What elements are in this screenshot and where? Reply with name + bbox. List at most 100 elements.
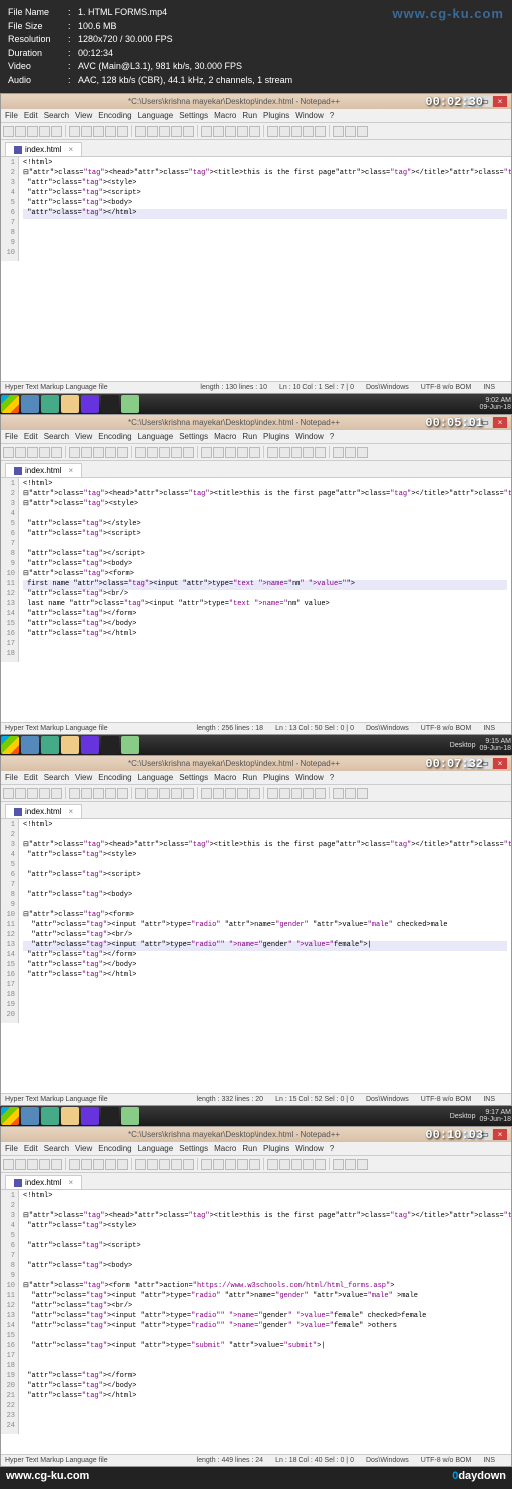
toolbar-icon[interactable]	[3, 1159, 14, 1170]
toolbar-icon[interactable]	[171, 126, 182, 137]
menu-language[interactable]: Language	[138, 1144, 174, 1153]
toolbar-icon[interactable]	[237, 447, 248, 458]
menu-window[interactable]: Window	[295, 432, 323, 441]
ie-icon[interactable]	[21, 395, 39, 413]
toolbar-icon[interactable]	[279, 447, 290, 458]
toolbar-icon[interactable]	[159, 1159, 170, 1170]
system-tray[interactable]: Desktop9:17 AM09-Jun-18	[450, 1109, 511, 1123]
toolbar-icon[interactable]	[345, 788, 356, 799]
menu-edit[interactable]: Edit	[24, 111, 38, 120]
menu-bar[interactable]: FileEditSearchViewEncodingLanguageSettin…	[1, 1142, 511, 1156]
code-content[interactable]: <!html>⊟"attr">class="tag"><head>"attr">…	[19, 157, 511, 261]
menu-file[interactable]: File	[5, 773, 18, 782]
code-editor[interactable]: 123456789101112131415161718192021222324<…	[1, 1190, 511, 1434]
menu-?[interactable]: ?	[330, 1144, 334, 1153]
toolbar-icon[interactable]	[357, 126, 368, 137]
code-editor[interactable]: 123456789101112131415161718<!html>⊟"attr…	[1, 478, 511, 662]
toolbar-icon[interactable]	[81, 788, 92, 799]
toolbar-icon[interactable]	[81, 1159, 92, 1170]
menu-window[interactable]: Window	[295, 111, 323, 120]
menu-settings[interactable]: Settings	[179, 773, 208, 782]
menu-macro[interactable]: Macro	[214, 432, 236, 441]
toolbar-icon[interactable]	[303, 126, 314, 137]
menu-edit[interactable]: Edit	[24, 1144, 38, 1153]
toolbar-icon[interactable]	[183, 126, 194, 137]
notepadpp-icon[interactable]	[121, 395, 139, 413]
toolbar-icon[interactable]	[135, 1159, 146, 1170]
toolbar-icon[interactable]	[213, 788, 224, 799]
menu-search[interactable]: Search	[44, 773, 69, 782]
code-content[interactable]: <!html>⊟"attr">class="tag"><head>"attr">…	[19, 478, 511, 662]
toolbar-icon[interactable]	[213, 126, 224, 137]
toolbar[interactable]	[1, 785, 511, 802]
menu-search[interactable]: Search	[44, 1144, 69, 1153]
menu-edit[interactable]: Edit	[24, 432, 38, 441]
toolbar-icon[interactable]	[303, 788, 314, 799]
toolbar-icon[interactable]	[3, 126, 14, 137]
toolbar-icon[interactable]	[303, 1159, 314, 1170]
tab-bar[interactable]: index.html×	[1, 1173, 511, 1190]
toolbar-icon[interactable]	[249, 1159, 260, 1170]
menu-edit[interactable]: Edit	[24, 773, 38, 782]
windows-taskbar[interactable]: Desktop9:15 AM09-Jun-18	[0, 735, 512, 755]
toolbar-icon[interactable]	[15, 447, 26, 458]
toolbar[interactable]	[1, 1156, 511, 1173]
toolbar-icon[interactable]	[15, 788, 26, 799]
toolbar-icon[interactable]	[27, 447, 38, 458]
toolbar-icon[interactable]	[39, 447, 50, 458]
menu-run[interactable]: Run	[242, 111, 257, 120]
toolbar-icon[interactable]	[345, 447, 356, 458]
toolbar-icon[interactable]	[27, 126, 38, 137]
toolbar-icon[interactable]	[291, 447, 302, 458]
tab-index-html[interactable]: index.html×	[5, 1175, 82, 1189]
editor-empty-area[interactable]	[1, 261, 511, 381]
tab-bar[interactable]: index.html×	[1, 461, 511, 478]
toolbar-icon[interactable]	[39, 1159, 50, 1170]
menu-encoding[interactable]: Encoding	[98, 111, 131, 120]
toolbar-icon[interactable]	[147, 447, 158, 458]
menu-settings[interactable]: Settings	[179, 1144, 208, 1153]
tab-close-icon[interactable]: ×	[68, 807, 73, 816]
toolbar-icon[interactable]	[249, 126, 260, 137]
toolbar-icon[interactable]	[3, 788, 14, 799]
toolbar-icon[interactable]	[3, 447, 14, 458]
menu-file[interactable]: File	[5, 432, 18, 441]
toolbar-icon[interactable]	[15, 126, 26, 137]
toolbar-icon[interactable]	[267, 1159, 278, 1170]
start-button[interactable]	[1, 1107, 19, 1125]
menu-encoding[interactable]: Encoding	[98, 432, 131, 441]
toolbar-icon[interactable]	[135, 126, 146, 137]
toolbar-icon[interactable]	[345, 126, 356, 137]
editor-empty-area[interactable]	[1, 662, 511, 722]
toolbar-icon[interactable]	[81, 447, 92, 458]
toolbar-icon[interactable]	[93, 788, 104, 799]
toolbar-icon[interactable]	[51, 126, 62, 137]
toolbar-icon[interactable]	[225, 788, 236, 799]
toolbar-icon[interactable]	[147, 126, 158, 137]
toolbar-icon[interactable]	[267, 126, 278, 137]
menu-search[interactable]: Search	[44, 111, 69, 120]
code-content[interactable]: <!html> ⊟"attr">class="tag"><head>"attr"…	[19, 1190, 511, 1434]
start-button[interactable]	[1, 395, 19, 413]
ie-icon[interactable]	[21, 736, 39, 754]
menu-plugins[interactable]: Plugins	[263, 432, 289, 441]
toolbar-icon[interactable]	[237, 126, 248, 137]
menu-file[interactable]: File	[5, 1144, 18, 1153]
toolbar-icon[interactable]	[93, 447, 104, 458]
toolbar-icon[interactable]	[315, 788, 326, 799]
menu-encoding[interactable]: Encoding	[98, 773, 131, 782]
close-button[interactable]: ×	[493, 417, 507, 428]
menu-window[interactable]: Window	[295, 773, 323, 782]
close-button[interactable]: ×	[493, 96, 507, 107]
toolbar-icon[interactable]	[93, 126, 104, 137]
toolbar-icon[interactable]	[267, 447, 278, 458]
menu-run[interactable]: Run	[242, 1144, 257, 1153]
toolbar-icon[interactable]	[225, 447, 236, 458]
toolbar-icon[interactable]	[69, 788, 80, 799]
toolbar-icon[interactable]	[225, 1159, 236, 1170]
toolbar-icon[interactable]	[249, 447, 260, 458]
chrome-icon[interactable]	[41, 1107, 59, 1125]
toolbar-icon[interactable]	[69, 447, 80, 458]
menu-macro[interactable]: Macro	[214, 111, 236, 120]
menu-search[interactable]: Search	[44, 432, 69, 441]
